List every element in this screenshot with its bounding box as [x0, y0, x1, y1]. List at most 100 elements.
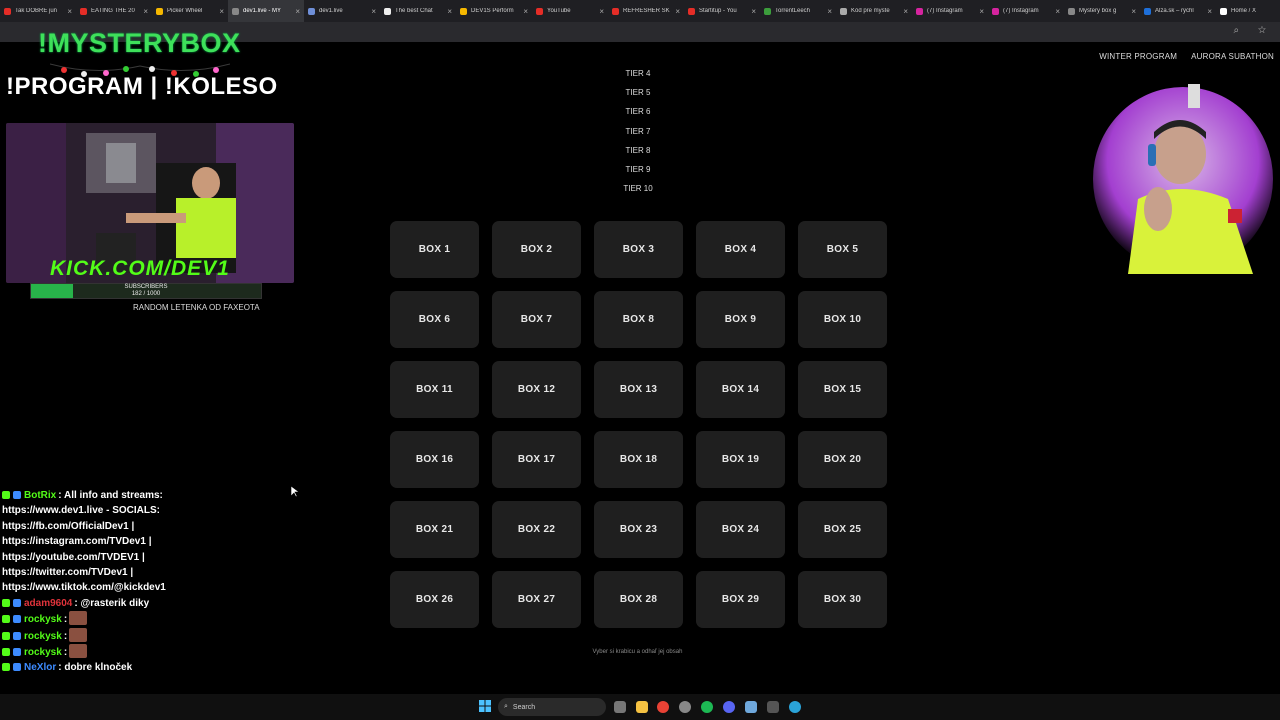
- mystery-box-button[interactable]: BOX 13: [594, 361, 683, 418]
- chat-username[interactable]: rockysk: [24, 631, 62, 642]
- mystery-box-button[interactable]: BOX 30: [798, 571, 887, 628]
- tab-close-icon[interactable]: ×: [67, 7, 72, 16]
- mystery-box-button[interactable]: BOX 11: [390, 361, 479, 418]
- mystery-box-button[interactable]: BOX 20: [798, 431, 887, 488]
- mystery-box-button[interactable]: BOX 10: [798, 291, 887, 348]
- tab-close-icon[interactable]: ×: [751, 7, 756, 16]
- mystery-box-button[interactable]: BOX 16: [390, 431, 479, 488]
- tab-close-icon[interactable]: ×: [1131, 7, 1136, 16]
- windows-start-icon[interactable]: [479, 700, 491, 712]
- mystery-box-button[interactable]: BOX 19: [696, 431, 785, 488]
- chat-message: rockysk:: [2, 611, 302, 627]
- tab-close-icon[interactable]: ×: [523, 7, 528, 16]
- browser-tab[interactable]: (7) Instagram ×: [988, 0, 1064, 22]
- tab-close-icon[interactable]: ×: [219, 7, 224, 16]
- tab-close-icon[interactable]: ×: [903, 7, 908, 16]
- browser-tab[interactable]: Startitup - You ×: [684, 0, 760, 22]
- mystery-box-button[interactable]: BOX 1: [390, 221, 479, 278]
- browser-tab[interactable]: Alza.sk – rýchl ×: [1140, 0, 1216, 22]
- chat-message: https://www.tiktok.com/@kickdev1: [2, 580, 302, 595]
- tab-close-icon[interactable]: ×: [827, 7, 832, 16]
- chrome-icon[interactable]: [657, 701, 669, 713]
- browser-tab[interactable]: Mystery box g ×: [1064, 0, 1140, 22]
- tab-close-icon[interactable]: ×: [1207, 7, 1212, 16]
- mystery-box-button[interactable]: BOX 28: [594, 571, 683, 628]
- mystery-box-button[interactable]: BOX 3: [594, 221, 683, 278]
- mystery-box-button[interactable]: BOX 15: [798, 361, 887, 418]
- edge-icon[interactable]: [789, 701, 801, 713]
- chat-text: https://www.tiktok.com/@kickdev1: [2, 582, 166, 594]
- browser-tab[interactable]: TorrentLeech ×: [760, 0, 836, 22]
- mystery-box-button[interactable]: BOX 6: [390, 291, 479, 348]
- mystery-box-button[interactable]: BOX 27: [492, 571, 581, 628]
- mystery-box-button[interactable]: BOX 4: [696, 221, 785, 278]
- tier-item[interactable]: TIER 7: [598, 126, 678, 145]
- mystery-box-button[interactable]: BOX 26: [390, 571, 479, 628]
- mystery-box-button[interactable]: BOX 2: [492, 221, 581, 278]
- tab-favicon-icon: [80, 7, 87, 15]
- tier-item[interactable]: TIER 10: [598, 183, 678, 202]
- chat-username[interactable]: adam9604: [24, 598, 72, 609]
- browser-tab[interactable]: Kód pre myste ×: [836, 0, 912, 22]
- task-view-icon[interactable]: [614, 701, 626, 713]
- browser-tab[interactable]: EATING THE 20 ×: [76, 0, 152, 22]
- tab-close-icon[interactable]: ×: [979, 7, 984, 16]
- nav-aurora-subathon[interactable]: AURORA SUBATHON: [1191, 52, 1274, 61]
- chat-badge-icon: [13, 663, 21, 672]
- mystery-box-button[interactable]: BOX 12: [492, 361, 581, 418]
- mystery-box-button[interactable]: BOX 23: [594, 501, 683, 558]
- chat-username[interactable]: NeXlor: [24, 662, 56, 673]
- mystery-box-button[interactable]: BOX 24: [696, 501, 785, 558]
- mystery-box-button[interactable]: BOX 17: [492, 431, 581, 488]
- tier-item[interactable]: TIER 6: [598, 106, 678, 125]
- chat-username[interactable]: rockysk: [24, 647, 62, 658]
- mystery-box-button[interactable]: BOX 8: [594, 291, 683, 348]
- tab-close-icon[interactable]: ×: [675, 7, 680, 16]
- notepad-icon[interactable]: [745, 701, 757, 713]
- browser-tab[interactable]: YouTube ×: [532, 0, 608, 22]
- mystery-box-button[interactable]: BOX 25: [798, 501, 887, 558]
- tab-label: Kód pre myste: [851, 8, 890, 14]
- mystery-box-button[interactable]: BOX 5: [798, 221, 887, 278]
- mystery-box-button[interactable]: BOX 14: [696, 361, 785, 418]
- mystery-box-button[interactable]: BOX 22: [492, 501, 581, 558]
- tab-close-icon[interactable]: ×: [1055, 7, 1060, 16]
- browser-tab[interactable]: The best Chat ×: [380, 0, 456, 22]
- tab-close-icon[interactable]: ×: [143, 7, 148, 16]
- browser-tab[interactable]: Picker Wheel ×: [152, 0, 228, 22]
- chat-text: : @rasterik diky: [74, 597, 150, 609]
- browser-tab[interactable]: dev1.live ×: [304, 0, 380, 22]
- tab-favicon-icon: [1144, 7, 1151, 15]
- file-explorer-icon[interactable]: [636, 701, 648, 713]
- browser-toolbar-icons[interactable]: ⌕ ☆: [1233, 25, 1274, 36]
- browser-tab[interactable]: Tak DOBRÉ jun ×: [0, 0, 76, 22]
- nav-winter-program[interactable]: WINTER PROGRAM: [1099, 52, 1177, 61]
- browser-tab[interactable]: REFRESHER SK ×: [608, 0, 684, 22]
- browser-tab[interactable]: Home / X×: [1216, 0, 1280, 22]
- taskbar-search[interactable]: ⌕ Search: [498, 698, 606, 716]
- browser-tab[interactable]: DEV1S Perform ×: [456, 0, 532, 22]
- chat-badge-icon: [13, 615, 21, 624]
- discord-icon[interactable]: [723, 701, 735, 713]
- browser-tab[interactable]: dev1.live - MY ×: [228, 0, 304, 22]
- browser-tab[interactable]: (7) Instagram ×: [912, 0, 988, 22]
- tier-item[interactable]: TIER 5: [598, 87, 678, 106]
- mystery-box-button[interactable]: BOX 18: [594, 431, 683, 488]
- tab-close-icon[interactable]: ×: [371, 7, 376, 16]
- chat-username[interactable]: rockysk: [24, 614, 62, 625]
- calculator-icon[interactable]: [767, 701, 779, 713]
- tier-item[interactable]: TIER 9: [598, 164, 678, 183]
- mystery-box-button[interactable]: BOX 7: [492, 291, 581, 348]
- mystery-box-button[interactable]: BOX 21: [390, 501, 479, 558]
- mystery-box-button[interactable]: BOX 29: [696, 571, 785, 628]
- tab-label: EATING THE 20: [91, 8, 135, 14]
- settings-icon[interactable]: [679, 701, 691, 713]
- mystery-box-button[interactable]: BOX 9: [696, 291, 785, 348]
- tab-close-icon[interactable]: ×: [295, 7, 300, 16]
- chat-username[interactable]: BotRix: [24, 490, 56, 501]
- spotify-icon[interactable]: [701, 701, 713, 713]
- tier-item[interactable]: TIER 4: [598, 68, 678, 87]
- tier-item[interactable]: TIER 8: [598, 145, 678, 164]
- tab-close-icon[interactable]: ×: [447, 7, 452, 16]
- tab-close-icon[interactable]: ×: [599, 7, 604, 16]
